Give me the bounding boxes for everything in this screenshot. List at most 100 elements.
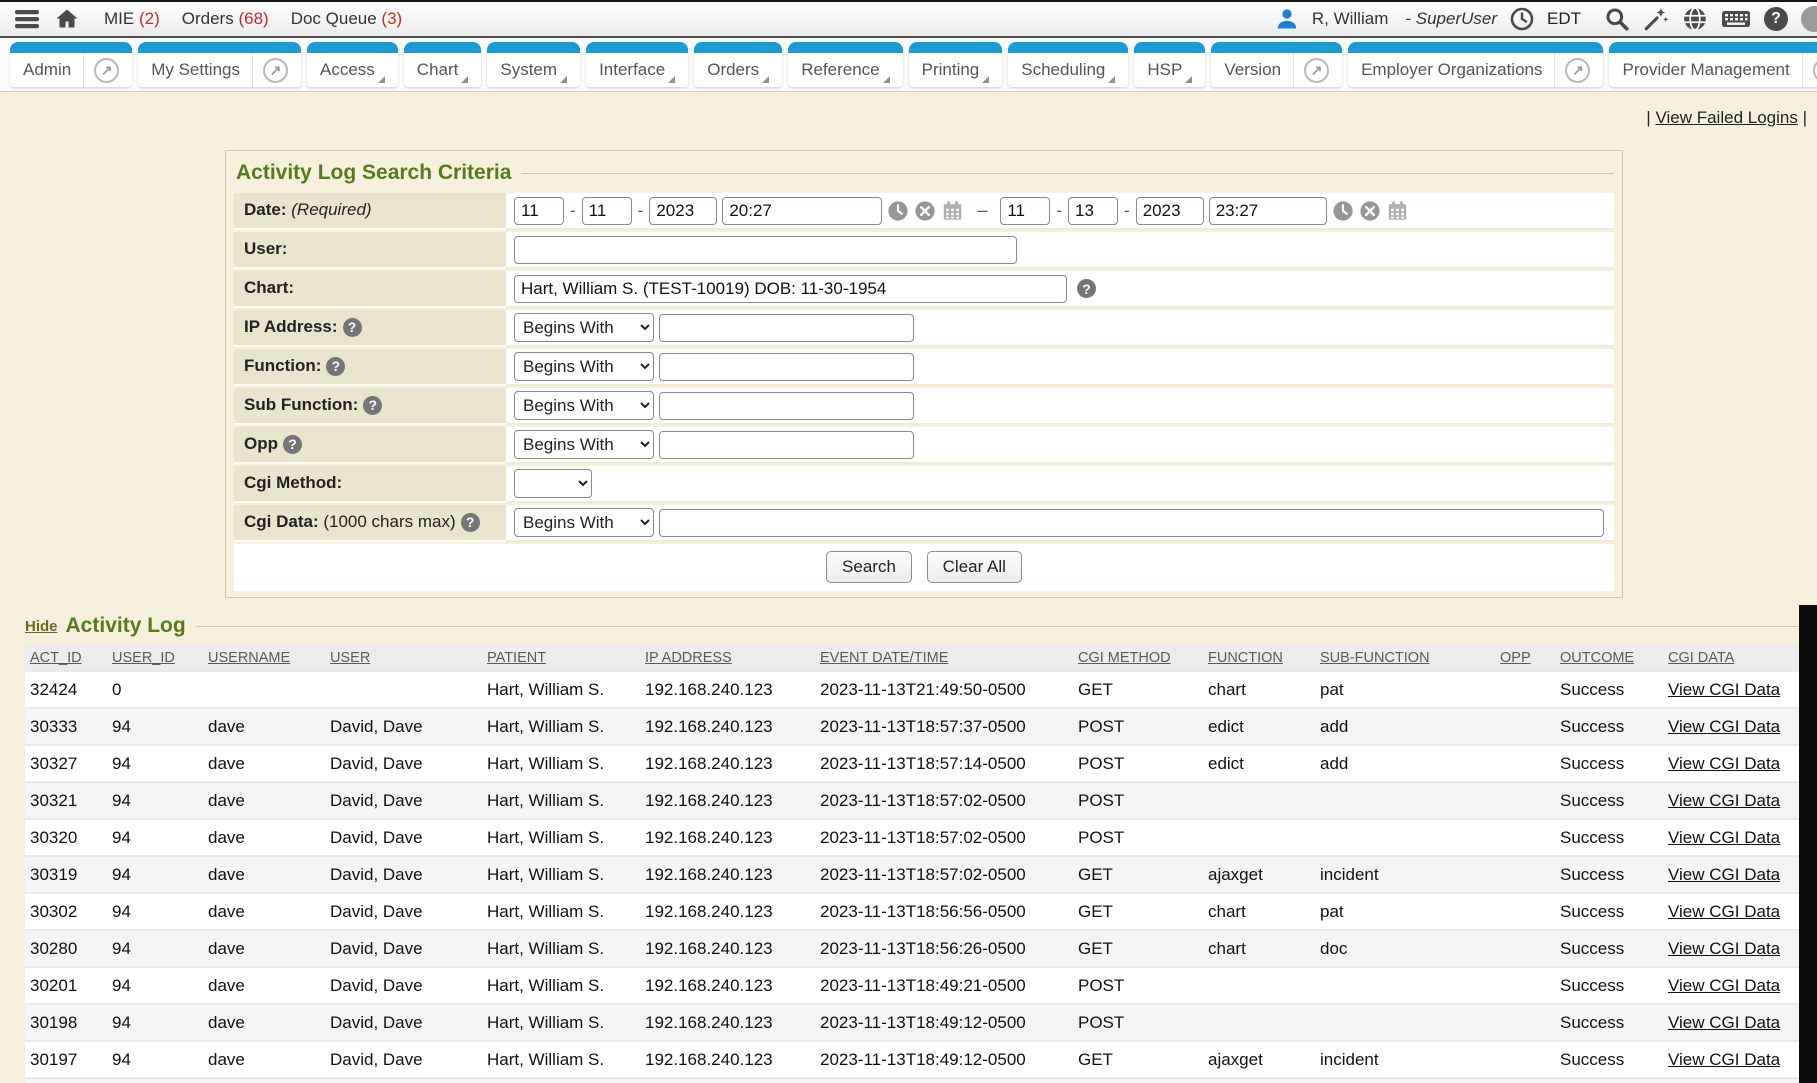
nav-doc-queue[interactable]: Doc Queue (3) <box>291 9 403 29</box>
cgi-data-help-icon[interactable]: ? <box>461 513 480 532</box>
function-input[interactable] <box>659 353 914 381</box>
date-to-day-input[interactable] <box>1068 197 1118 225</box>
time-picker-icon[interactable] <box>1332 200 1354 222</box>
help-icon[interactable]: ? <box>1764 7 1788 31</box>
clear-all-button[interactable]: Clear All <box>927 551 1022 583</box>
column-header-cgi-data[interactable]: CGI DATA <box>1668 650 1734 666</box>
calendar-icon[interactable] <box>1386 200 1409 222</box>
user-input[interactable] <box>514 236 1017 264</box>
column-header-user-id[interactable]: USER_ID <box>112 650 175 666</box>
function-help-icon[interactable]: ? <box>326 357 345 376</box>
column-header-username[interactable]: USERNAME <box>208 650 290 666</box>
view-cgi-data-link[interactable]: View CGI Data <box>1668 1050 1780 1069</box>
tab-scheduling[interactable]: Scheduling <box>1008 42 1128 87</box>
cgi-data-input[interactable] <box>659 509 1604 537</box>
ip-address-help-icon[interactable]: ? <box>343 318 362 337</box>
hide-link[interactable]: Hide <box>25 618 58 635</box>
column-header-ip-address[interactable]: IP ADDRESS <box>645 650 732 666</box>
date-from-month-input[interactable] <box>514 197 564 225</box>
opp-match-select[interactable]: Begins With <box>514 430 654 459</box>
column-header-act-id[interactable]: ACT_ID <box>30 650 82 666</box>
tab-version[interactable]: Version↗ <box>1211 42 1342 87</box>
date-from-time-input[interactable] <box>722 197 882 225</box>
table-cell: pat <box>1315 893 1495 930</box>
view-cgi-data-link[interactable]: View CGI Data <box>1668 1013 1780 1032</box>
date-from-day-input[interactable] <box>582 197 632 225</box>
user-icon[interactable] <box>1275 7 1299 31</box>
nav-mie[interactable]: MIE (2) <box>104 9 160 29</box>
search-icon[interactable] <box>1604 6 1630 32</box>
cutoff-icon[interactable] <box>1801 6 1817 32</box>
tab-orders[interactable]: Orders <box>694 42 782 87</box>
user-name: R, William <box>1312 9 1389 29</box>
column-header-patient[interactable]: PATIENT <box>487 650 546 666</box>
cgi-method-select[interactable] <box>514 469 592 498</box>
sub-function-match-select[interactable]: Begins With <box>514 391 654 420</box>
hamburger-menu-icon[interactable] <box>14 8 40 30</box>
clear-date-icon[interactable] <box>1359 200 1381 222</box>
column-header-function[interactable]: FUNCTION <box>1208 650 1283 666</box>
time-picker-icon[interactable] <box>887 200 909 222</box>
tab-employer-organizations[interactable]: Employer Organizations↗ <box>1348 42 1603 87</box>
wand-icon[interactable] <box>1643 6 1669 32</box>
table-cell: David, Dave <box>325 893 482 930</box>
date-to-time-input[interactable] <box>1209 197 1327 225</box>
column-header-event-date-time[interactable]: EVENT DATE/TIME <box>820 650 948 666</box>
date-to-month-input[interactable] <box>1000 197 1050 225</box>
column-header-user[interactable]: USER <box>330 650 370 666</box>
clock-icon[interactable] <box>1510 7 1534 31</box>
table-cell: 30321 <box>25 782 107 819</box>
column-header-sub-function[interactable]: SUB-FUNCTION <box>1320 650 1430 666</box>
external-link-icon[interactable]: ↗ <box>1304 58 1329 83</box>
column-header-cgi-method[interactable]: CGI METHOD <box>1078 650 1171 666</box>
tab-provider-management[interactable]: Provider Management↗ <box>1609 42 1817 87</box>
ip-match-select[interactable]: Begins With <box>514 313 654 342</box>
keyboard-icon[interactable] <box>1721 7 1751 31</box>
view-cgi-data-link[interactable]: View CGI Data <box>1668 939 1780 958</box>
tab-access[interactable]: Access <box>307 42 398 87</box>
view-cgi-data-link[interactable]: View CGI Data <box>1668 828 1780 847</box>
tab-system[interactable]: System <box>487 42 580 87</box>
table-scrollbar[interactable] <box>1799 605 1817 1083</box>
home-icon[interactable] <box>54 7 80 31</box>
view-cgi-data-link[interactable]: View CGI Data <box>1668 791 1780 810</box>
view-cgi-data-link[interactable]: View CGI Data <box>1668 717 1780 736</box>
opp-help-icon[interactable]: ? <box>283 435 302 454</box>
view-cgi-data-link[interactable]: View CGI Data <box>1668 754 1780 773</box>
tab-hsp[interactable]: HSP <box>1134 42 1205 87</box>
opp-input[interactable] <box>659 431 914 459</box>
tab-body: Reference <box>788 53 902 87</box>
cgi-data-match-select[interactable]: Begins With <box>514 508 654 537</box>
tab-printing[interactable]: Printing <box>909 42 1003 87</box>
tab-my-settings[interactable]: My Settings↗ <box>138 42 301 87</box>
clear-date-icon[interactable] <box>914 200 936 222</box>
sub-function-help-icon[interactable]: ? <box>363 396 382 415</box>
external-link-icon[interactable]: ↗ <box>94 58 119 83</box>
calendar-icon[interactable] <box>941 200 964 222</box>
nav-orders[interactable]: Orders (68) <box>182 9 269 29</box>
date-to-year-input[interactable] <box>1136 197 1204 225</box>
chart-help-icon[interactable]: ? <box>1077 279 1096 298</box>
function-match-select[interactable]: Begins With <box>514 352 654 381</box>
date-from-year-input[interactable] <box>649 197 717 225</box>
external-link-icon[interactable]: ↗ <box>1813 58 1817 83</box>
external-link-icon[interactable]: ↗ <box>263 58 288 83</box>
view-cgi-data-link[interactable]: View CGI Data <box>1668 680 1780 699</box>
view-cgi-data-link[interactable]: View CGI Data <box>1668 865 1780 884</box>
column-header-opp[interactable]: OPP <box>1500 650 1531 666</box>
tab-admin[interactable]: Admin↗ <box>10 42 132 87</box>
tab-interface[interactable]: Interface <box>586 42 688 87</box>
sub-function-input[interactable] <box>659 392 914 420</box>
ip-address-input[interactable] <box>659 314 914 342</box>
tab-reference[interactable]: Reference <box>788 42 902 87</box>
chart-input[interactable] <box>514 275 1067 303</box>
external-link-icon[interactable]: ↗ <box>1565 58 1590 83</box>
tab-chart[interactable]: Chart <box>404 42 482 87</box>
view-failed-logins-link[interactable]: View Failed Logins <box>1655 108 1797 127</box>
column-header-outcome[interactable]: OUTCOME <box>1560 650 1634 666</box>
view-cgi-data-link[interactable]: View CGI Data <box>1668 902 1780 921</box>
activity-log-header: Hide Activity Log <box>25 614 1817 638</box>
search-button[interactable]: Search <box>826 551 912 583</box>
globe-icon[interactable] <box>1682 6 1708 32</box>
view-cgi-data-link[interactable]: View CGI Data <box>1668 976 1780 995</box>
